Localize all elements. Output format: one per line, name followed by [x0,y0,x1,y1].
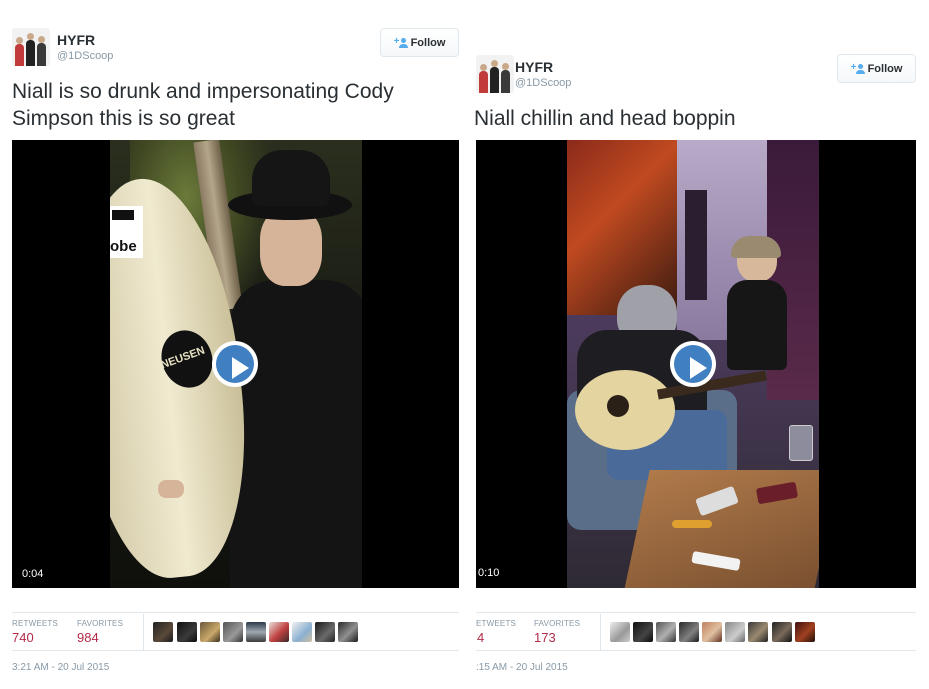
follow-user-icon: + [394,36,408,49]
favoriter-avatar[interactable] [177,622,197,642]
avatar[interactable] [476,55,514,93]
user-handle[interactable]: @1DScoop [57,50,113,62]
user-name[interactable]: HYFR [57,32,95,48]
user-handle[interactable]: @1DScoop [515,77,571,89]
favoriter-avatar[interactable] [200,622,220,642]
tweet-text-line: Niall is so drunk and impersonating Cody [12,80,394,103]
retweets-label: ETWEETS [476,619,517,628]
favorites-count[interactable]: 984 [77,630,99,645]
favoriter-avatar[interactable] [656,622,676,642]
follow-user-icon: + [851,62,865,75]
avatar[interactable] [12,28,50,66]
user-name[interactable]: HYFR [515,59,553,75]
favoriter-avatar[interactable] [702,622,722,642]
tweet-card: HYFR @1DScoop + Follow Niall chillin and… [468,0,929,689]
play-icon [232,357,249,379]
tweet-timestamp[interactable]: 3:21 AM - 20 Jul 2015 [12,662,109,673]
favoriter-avatar[interactable] [246,622,266,642]
favoriter-avatar[interactable] [748,622,768,642]
favoriter-avatar[interactable] [269,622,289,642]
favoriter-avatar[interactable] [772,622,792,642]
video-player[interactable]: 0:10 [476,140,916,588]
follow-label: Follow [867,62,903,75]
retweets-label: RETWEETS [12,619,59,628]
favoriter-avatar[interactable] [315,622,335,642]
favoriter-avatar[interactable] [795,622,815,642]
favoriter-avatar[interactable] [633,622,653,642]
video-duration: 0:10 [478,567,500,579]
divider [600,614,601,650]
video-duration: 0:04 [22,568,44,580]
favoriter-avatar[interactable] [223,622,243,642]
divider [12,650,459,651]
tweet-card: HYFR @1DScoop + Follow Niall is so drunk… [0,0,468,689]
play-button[interactable] [212,341,258,387]
favoriter-avatar[interactable] [725,622,745,642]
divider [476,650,916,651]
favoriter-avatar[interactable] [292,622,312,642]
tweet-timestamp[interactable]: :15 AM - 20 Jul 2015 [476,662,568,673]
follow-button[interactable]: + Follow [837,54,916,83]
favoriter-avatar[interactable] [610,622,630,642]
play-icon [690,357,707,379]
favoriter-avatar[interactable] [153,622,173,642]
retweets-count[interactable]: 740 [12,630,34,645]
favoriter-avatar[interactable] [338,622,358,642]
follow-label: Follow [410,36,446,49]
favorites-label: FAVORITES [77,619,124,628]
divider [143,614,144,650]
retweets-count[interactable]: 4 [477,630,484,645]
video-player[interactable]: obe NEUSEN 0:04 [12,140,459,588]
favoriter-avatar[interactable] [679,622,699,642]
follow-button[interactable]: + Follow [380,28,459,57]
favorites-label: FAVORITES [534,619,581,628]
tweet-text-line: Niall chillin and head boppin [474,107,736,130]
tweet-text-line: Simpson this is so great [12,107,235,130]
surfboard-text: obe [110,238,137,255]
divider [476,612,916,613]
divider [12,612,459,613]
play-button[interactable] [670,341,716,387]
favorites-count[interactable]: 173 [534,630,556,645]
